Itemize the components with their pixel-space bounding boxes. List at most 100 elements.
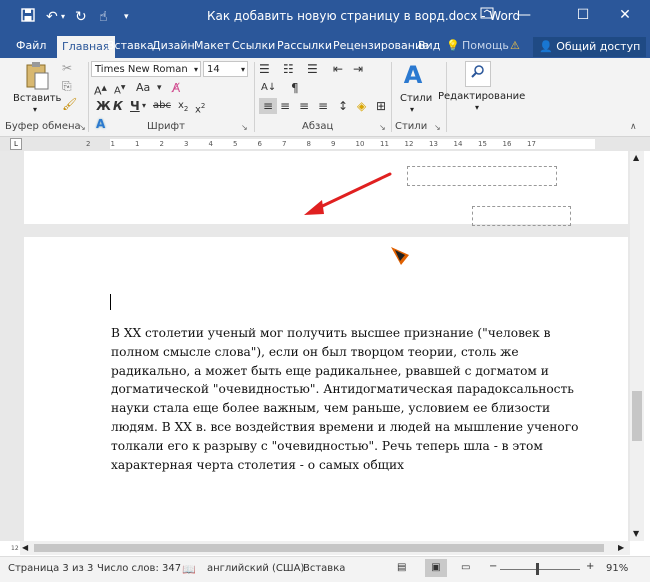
change-case-dropdown-icon[interactable]: ▾	[157, 80, 162, 96]
tab-design[interactable]: Дизайн	[152, 39, 195, 52]
page-count[interactable]: Страница 3 из 3	[8, 563, 93, 574]
tab-view[interactable]: Вид	[418, 39, 440, 52]
font-name-combo[interactable]: Times New Roman ▾	[91, 61, 201, 77]
footer-placeholder-box[interactable]	[407, 166, 557, 186]
close-button[interactable]: ✕	[612, 7, 638, 23]
tab-review[interactable]: Рецензирование	[333, 39, 429, 52]
align-left-icon[interactable]: ≡	[259, 98, 277, 114]
touch-mode-icon[interactable]: ☝	[99, 8, 108, 26]
ruler-tick-label: 17	[527, 140, 536, 148]
underline-dropdown-icon[interactable]: ▾	[142, 98, 146, 114]
tell-me-search[interactable]: Помощь	[462, 39, 509, 52]
vertical-scroll-thumb[interactable]	[632, 391, 642, 441]
paste-dropdown-icon[interactable]: ▾	[33, 105, 37, 114]
tab-file[interactable]: Файл	[16, 39, 46, 52]
vertical-scrollbar[interactable]: ▲ ▼	[630, 151, 644, 541]
web-layout-icon[interactable]: ▭	[461, 562, 470, 573]
title-bar: ↶ ▾ ↻ ☝ ▾ Как добавить новую страницу в …	[0, 0, 650, 36]
cut-icon[interactable]: ✂	[62, 60, 72, 76]
styles-icon[interactable]: A	[400, 61, 426, 89]
sort-icon[interactable]: А↓	[261, 80, 276, 96]
paragraph-launcher-icon[interactable]: ↘	[379, 123, 386, 132]
underline-button[interactable]: Ч	[130, 98, 140, 114]
maximize-button[interactable]: ☐	[570, 7, 596, 23]
multilevel-list-icon[interactable]: ☰	[307, 61, 318, 77]
collapse-ribbon-icon[interactable]: ∧	[630, 122, 637, 132]
ruler-tick-label: 14	[453, 140, 463, 148]
numbering-icon[interactable]: ☷	[283, 61, 294, 77]
horizontal-scrollbar[interactable]: ◀ ▶	[20, 541, 630, 555]
scroll-left-icon[interactable]: ◀	[22, 543, 28, 552]
shading-icon[interactable]: ◈	[357, 98, 366, 114]
proofing-icon[interactable]: 📖	[182, 563, 196, 576]
share-button[interactable]: 👤 Общий доступ	[533, 37, 647, 57]
zoom-in-icon[interactable]: +	[586, 561, 594, 572]
tab-mailings[interactable]: Рассылки	[277, 39, 332, 52]
text-effects-button[interactable]: A	[96, 116, 105, 132]
bold-button[interactable]: Ж	[96, 98, 111, 114]
font-size-combo[interactable]: 14 ▾	[203, 61, 248, 77]
change-case-icon[interactable]: Aa	[136, 80, 150, 96]
undo-dropdown-icon[interactable]: ▾	[61, 8, 65, 26]
page-number-placeholder-box[interactable]	[472, 206, 571, 226]
separator	[391, 62, 392, 132]
tab-references[interactable]: Ссылки	[232, 39, 275, 52]
line-spacing-icon[interactable]: ↕	[338, 98, 348, 114]
styles-dropdown-icon[interactable]: ▾	[410, 105, 414, 114]
ruler-tick-label: 10	[355, 140, 365, 148]
word-count[interactable]: Число слов: 347	[97, 563, 181, 574]
strikethrough-icon[interactable]: abc	[153, 98, 171, 114]
document-body-text[interactable]: В XX столетии ученый мог получить высшее…	[111, 324, 581, 474]
styles-button[interactable]: Стили	[400, 93, 432, 104]
editing-dropdown-icon[interactable]: ▾	[475, 103, 479, 112]
font-group-label: Шрифт	[147, 121, 185, 132]
customize-quick-access-icon[interactable]: ▾	[124, 8, 129, 26]
ruler-tick-label: 16	[502, 140, 512, 148]
bullets-icon[interactable]: ☰	[259, 61, 270, 77]
increase-indent-icon[interactable]: ⇥	[353, 61, 363, 77]
copy-icon[interactable]: ⎘	[62, 78, 72, 94]
subscript-icon[interactable]: x2	[178, 98, 188, 117]
tab-home[interactable]: Главная	[57, 36, 115, 58]
ribbon-display-options-icon[interactable]	[474, 7, 500, 23]
language-indicator[interactable]: английский (США)	[207, 563, 304, 574]
clear-formatting-icon[interactable]: A̸	[172, 80, 180, 96]
clipboard-launcher-icon[interactable]: ↘	[79, 123, 86, 132]
tab-layout[interactable]: Макет	[194, 39, 230, 52]
paste-button[interactable]: Вставить	[13, 93, 61, 104]
editing-button[interactable]: Редактирование	[438, 91, 525, 102]
styles-launcher-icon[interactable]: ↘	[434, 123, 441, 132]
print-layout-icon[interactable]: ▣	[425, 559, 447, 577]
italic-button[interactable]: К	[113, 98, 123, 114]
tab-insert[interactable]: Вставка	[107, 39, 154, 52]
superscript-icon[interactable]: x2	[195, 98, 205, 118]
redo-icon[interactable]: ↻	[75, 8, 87, 26]
borders-icon[interactable]: ⊞	[376, 98, 386, 114]
align-center-icon[interactable]: ≡	[280, 98, 290, 114]
shrink-font-icon[interactable]: A▼	[114, 80, 125, 99]
zoom-slider-thumb[interactable]	[536, 563, 539, 575]
find-icon[interactable]	[465, 61, 491, 87]
minimize-button[interactable]: —	[511, 7, 537, 23]
scroll-down-icon[interactable]: ▼	[633, 529, 639, 538]
separator	[254, 62, 255, 132]
scroll-right-icon[interactable]: ▶	[618, 543, 624, 552]
format-painter-icon[interactable]: 🖌	[62, 96, 77, 112]
zoom-out-icon[interactable]: −	[489, 561, 497, 572]
paste-icon[interactable]	[24, 61, 50, 91]
read-mode-icon[interactable]: ▤	[397, 562, 406, 573]
scroll-up-icon[interactable]: ▲	[633, 153, 639, 162]
align-right-icon[interactable]: ≡	[299, 98, 309, 114]
show-formatting-icon[interactable]: ¶	[291, 80, 299, 96]
grow-font-icon[interactable]: A▲	[94, 80, 107, 100]
justify-icon[interactable]: ≡	[318, 98, 328, 114]
font-launcher-icon[interactable]: ↘	[241, 123, 248, 132]
undo-icon[interactable]: ↶	[46, 8, 58, 26]
zoom-slider-track[interactable]	[500, 569, 580, 570]
insert-mode-indicator[interactable]: Вставка	[303, 563, 345, 574]
warning-icon[interactable]: ⚠	[510, 39, 520, 52]
horizontal-scroll-thumb[interactable]	[34, 544, 604, 552]
decrease-indent-icon[interactable]: ⇤	[333, 61, 343, 77]
zoom-level[interactable]: 91%	[606, 563, 628, 574]
save-icon[interactable]	[21, 8, 35, 27]
